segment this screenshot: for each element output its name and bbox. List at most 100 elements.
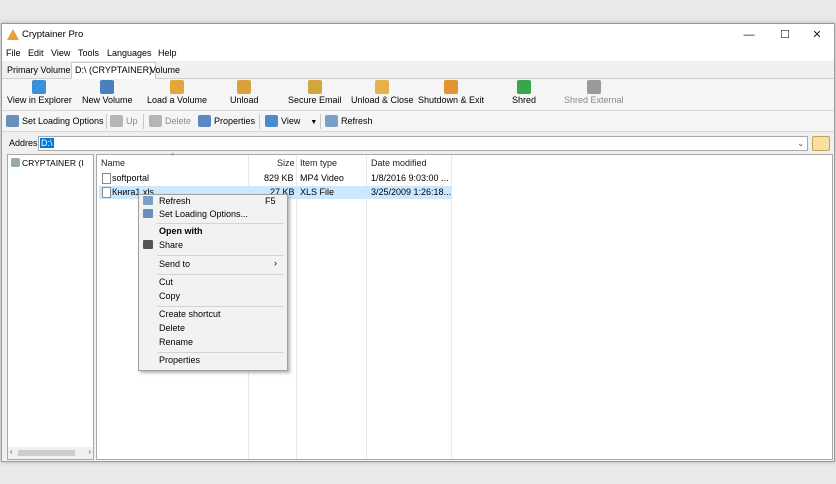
set-loading-options-label: Set Loading Options (22, 116, 104, 126)
toolbar-separator (106, 114, 107, 129)
share-icon (143, 240, 153, 249)
menu-separator (157, 223, 284, 224)
menu-view[interactable]: View (51, 48, 70, 58)
tree-horizontal-scrollbar[interactable]: ‹ › (8, 447, 93, 459)
menu-languages[interactable]: Languages (107, 48, 152, 58)
secure-email-button[interactable]: Secure Email (288, 80, 342, 105)
menu-tools[interactable]: Tools (78, 48, 99, 58)
address-input[interactable]: D:\ ⌄ (38, 136, 808, 151)
minimize-button[interactable]: — (730, 24, 768, 46)
ctx-refresh-label: Refresh (159, 196, 191, 206)
ctx-set-loading-options[interactable]: Set Loading Options... (139, 208, 287, 221)
unload-close-button[interactable]: Unload & Close (351, 80, 414, 105)
scroll-right-icon[interactable]: › (88, 447, 91, 456)
volume-tabs: Primary Volume D:\ (CRYPTAINER) Volume (2, 61, 834, 79)
shutdown-icon (444, 80, 459, 94)
video-file-icon (102, 173, 111, 184)
menu-bar: File Edit View Tools Languages Help (2, 46, 834, 61)
shred-icon (517, 80, 532, 94)
close-button[interactable]: ✕ (798, 24, 834, 46)
ctx-delete-label: Delete (159, 323, 186, 333)
context-menu: Refresh F5 Set Loading Options... Open w… (138, 194, 288, 371)
load-volume-icon (170, 80, 185, 94)
file-type: XLS File (300, 187, 335, 197)
ctx-copy[interactable]: Copy (139, 290, 287, 303)
ctx-open-with[interactable]: Open with (139, 225, 287, 238)
shred-external-button[interactable]: Shred External (564, 80, 624, 105)
shred-button[interactable]: Shred (512, 80, 536, 105)
menu-separator (157, 274, 284, 275)
ctx-share-label: Share (159, 240, 184, 250)
ctx-cut[interactable]: Cut (139, 276, 287, 289)
tab-primary-volume[interactable]: Primary Volume (4, 63, 74, 77)
menu-edit[interactable]: Edit (28, 48, 44, 58)
address-label: Addres (9, 138, 38, 148)
column-size[interactable]: Size (277, 158, 295, 168)
menu-separator (157, 352, 284, 353)
properties-button[interactable]: Properties (198, 114, 255, 128)
chevron-down-icon[interactable]: ⌄ (797, 137, 804, 150)
refresh-icon (325, 115, 338, 127)
menu-separator (157, 306, 284, 307)
ctx-send-to[interactable]: Send to › (139, 258, 287, 271)
ctx-delete[interactable]: Delete (139, 322, 287, 335)
ctx-create-shortcut[interactable]: Create shortcut (139, 308, 287, 321)
column-date-modified[interactable]: Date modified (371, 158, 427, 168)
ctx-share[interactable]: Share (139, 239, 287, 252)
ctx-cut-label: Cut (159, 277, 174, 287)
shutdown-exit-button[interactable]: Shutdown & Exit (418, 80, 484, 105)
ctx-refresh[interactable]: Refresh F5 (139, 195, 287, 208)
delete-icon (149, 115, 162, 127)
unload-close-icon (375, 80, 390, 94)
address-value: D:\ (40, 138, 54, 148)
ctx-properties[interactable]: Properties (139, 354, 287, 367)
view-icon (265, 115, 278, 127)
new-volume-button[interactable]: New Volume (82, 80, 133, 105)
tab-d-cryptainer[interactable]: D:\ (CRYPTAINER) (71, 62, 157, 79)
folder-tree: CRYPTAINER (I ‹ › (7, 154, 94, 460)
properties-label: Properties (214, 116, 256, 126)
shred-external-icon (586, 80, 601, 94)
set-loading-options-button[interactable]: Set Loading Options (6, 114, 104, 128)
shred-external-label: Shred External (564, 95, 624, 105)
cryptainer-logo-icon (7, 29, 19, 40)
load-volume-button[interactable]: Load a Volume (147, 80, 207, 105)
toolbar-separator (259, 114, 260, 129)
menu-file[interactable]: File (6, 48, 21, 58)
file-name: softportal (112, 173, 150, 183)
unload-label: Unload (230, 95, 259, 105)
scroll-left-icon[interactable]: ‹ (10, 447, 13, 456)
column-name[interactable]: Name (101, 158, 125, 168)
delete-button[interactable]: Delete (149, 114, 191, 128)
unload-icon (237, 80, 252, 94)
delete-label: Delete (165, 116, 192, 126)
up-button[interactable]: Up (110, 114, 138, 128)
view-in-explorer-button[interactable]: View in Explorer (7, 80, 72, 105)
shutdown-exit-label: Shutdown & Exit (418, 95, 485, 105)
loading-options-icon (143, 209, 153, 218)
secondary-toolbar: Set Loading Options Up Delete Properties… (2, 111, 834, 132)
email-icon (307, 80, 322, 94)
ctx-copy-label: Copy (159, 291, 181, 301)
new-volume-label: New Volume (82, 95, 133, 105)
menu-separator (157, 255, 284, 256)
column-item-type[interactable]: Item type (300, 158, 337, 168)
scrollbar-thumb[interactable] (18, 450, 75, 456)
ctx-rename[interactable]: Rename (139, 336, 287, 349)
folder-go-button[interactable] (812, 136, 830, 151)
refresh-button[interactable]: Refresh (325, 114, 373, 128)
menu-help[interactable]: Help (158, 48, 177, 58)
refresh-icon (143, 196, 153, 205)
view-button[interactable]: View ▼ (265, 114, 317, 128)
drive-icon (11, 158, 20, 167)
tree-item-cryptainer[interactable]: CRYPTAINER (I (22, 158, 84, 168)
new-volume-icon (100, 80, 115, 94)
file-row[interactable]: softportal 829 KB MP4 Video 1/8/2016 9:0… (99, 172, 452, 185)
title-bar: Cryptainer Pro — ☐ ✕ (2, 24, 834, 46)
unload-close-label: Unload & Close (351, 95, 414, 105)
tab-volume[interactable]: Volume (147, 63, 183, 77)
app-window: Cryptainer Pro — ☐ ✕ File Edit View Tool… (1, 23, 835, 462)
window-title: Cryptainer Pro (22, 29, 84, 40)
unload-button[interactable]: Unload (230, 80, 259, 105)
view-label: View (281, 116, 301, 126)
